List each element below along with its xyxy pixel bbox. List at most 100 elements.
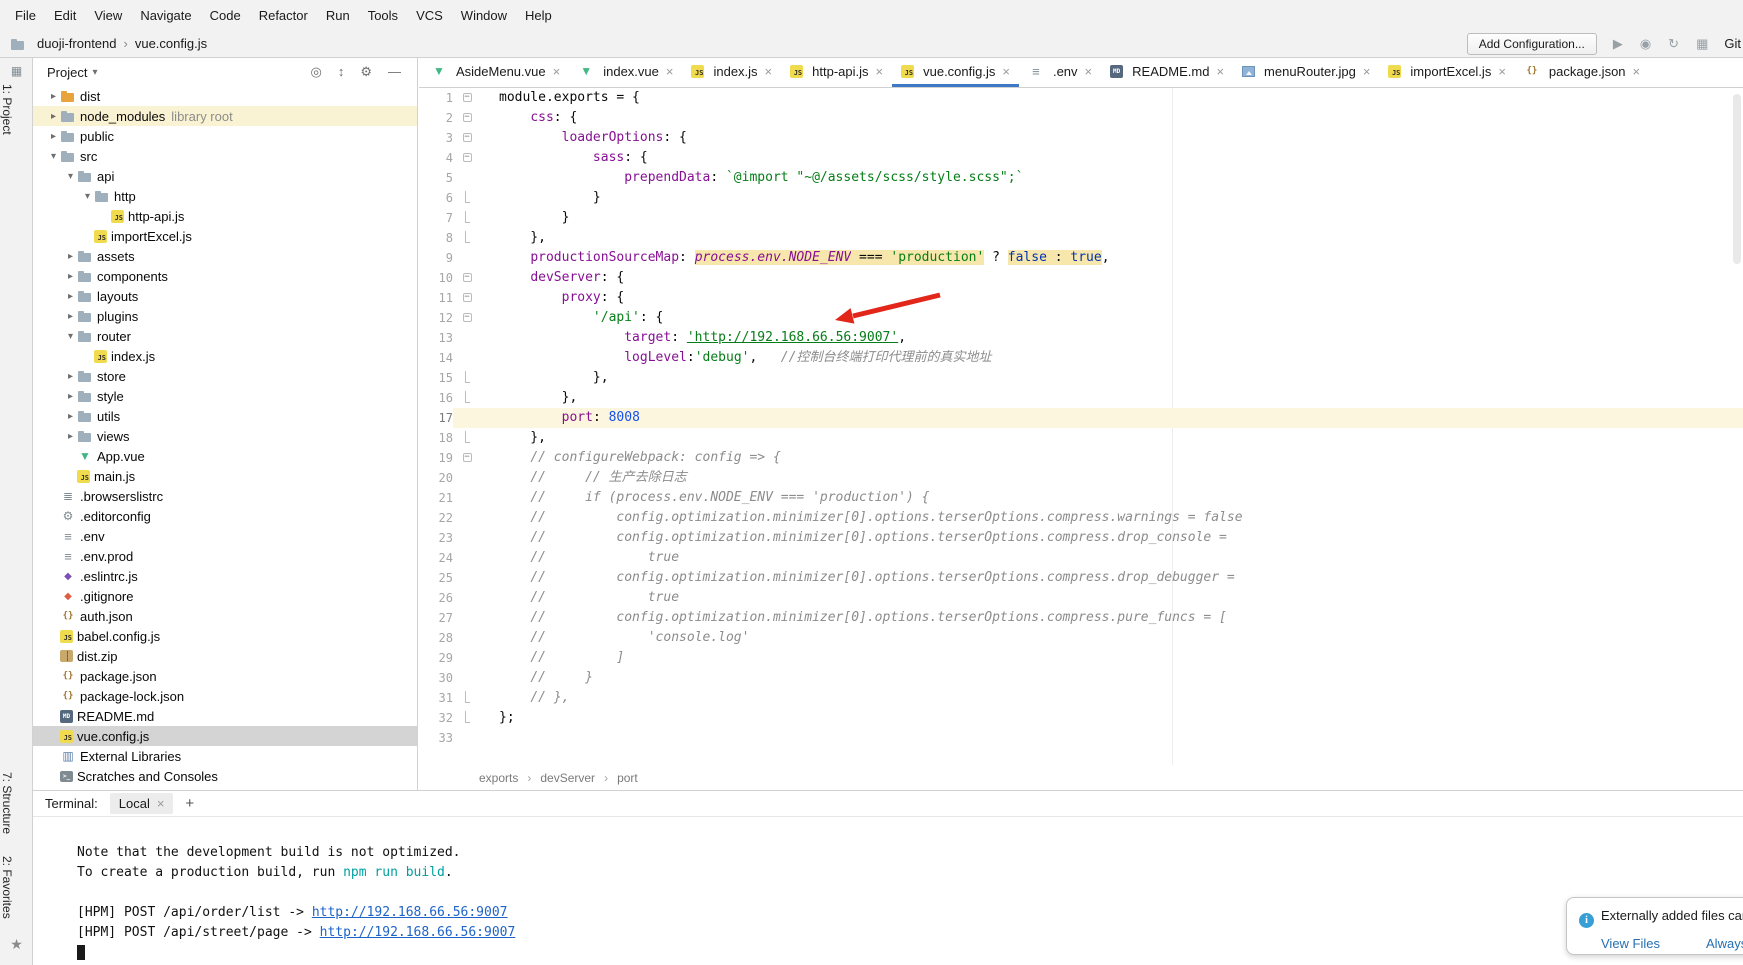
- fold-collapse-icon[interactable]: −: [463, 313, 472, 322]
- tree-item[interactable]: vue.config.js: [33, 726, 417, 746]
- tab-close-icon[interactable]: ×: [1085, 64, 1093, 79]
- tree-item[interactable]: App.vue: [33, 446, 417, 466]
- debug-icon[interactable]: ◉: [1640, 36, 1651, 52]
- code-line[interactable]: 27 // config.optimization.minimizer[0].o…: [419, 608, 1743, 628]
- tree-item[interactable]: ▸utils: [33, 406, 417, 426]
- project-tool-icon[interactable]: ▦: [0, 64, 33, 78]
- code-line[interactable]: 28 // 'console.log': [419, 628, 1743, 648]
- chevron-down-icon[interactable]: ▾: [64, 331, 77, 342]
- menu-run[interactable]: Run: [317, 5, 359, 26]
- menu-refactor[interactable]: Refactor: [250, 5, 317, 26]
- tree-item[interactable]: README.md: [33, 706, 417, 726]
- tree-item[interactable]: .browserslistrc: [33, 486, 417, 506]
- tree-item[interactable]: ▸store: [33, 366, 417, 386]
- code-line[interactable]: 20 // // 生产去除日志: [419, 468, 1743, 488]
- fold-collapse-icon[interactable]: −: [463, 273, 472, 282]
- editor-scrollbar[interactable]: [1733, 94, 1741, 264]
- fold-collapse-icon[interactable]: −: [463, 133, 472, 142]
- editor-breadcrumb-item[interactable]: port: [617, 771, 638, 785]
- editor-breadcrumb-item[interactable]: devServer: [540, 771, 595, 785]
- fold-collapse-icon[interactable]: −: [463, 293, 472, 302]
- tree-item[interactable]: ▸assets: [33, 246, 417, 266]
- fold-collapse-icon[interactable]: −: [463, 453, 472, 462]
- chevron-right-icon[interactable]: ▸: [47, 111, 60, 122]
- code-line[interactable]: 16 },: [419, 388, 1743, 408]
- tab-close-icon[interactable]: ×: [553, 64, 561, 79]
- menu-vcs[interactable]: VCS: [407, 5, 452, 26]
- tree-item[interactable]: .editorconfig: [33, 506, 417, 526]
- tree-item[interactable]: dist.zip: [33, 646, 417, 666]
- gutter-fold[interactable]: −: [453, 448, 481, 468]
- tree-item[interactable]: ▸views: [33, 426, 417, 446]
- breadcrumb-item[interactable]: duoji-frontend: [37, 36, 117, 51]
- code-area[interactable]: 1−module.exports = {2− css: {3− loaderOp…: [419, 88, 1743, 765]
- tree-item[interactable]: main.js: [33, 466, 417, 486]
- chevron-right-icon[interactable]: ▸: [64, 431, 77, 442]
- settings-icon[interactable]: ⚙: [360, 64, 372, 80]
- editor-tab[interactable]: index.js×: [682, 58, 781, 87]
- always-add-link[interactable]: Always Add: [1706, 936, 1743, 951]
- tree-item[interactable]: ▸node_moduleslibrary root: [33, 106, 417, 126]
- tree-item[interactable]: babel.config.js: [33, 626, 417, 646]
- chevron-right-icon[interactable]: ▸: [64, 291, 77, 302]
- editor-tab[interactable]: importExcel.js×: [1379, 58, 1515, 87]
- tab-close-icon[interactable]: ×: [1498, 64, 1506, 79]
- editor-tab[interactable]: http-api.js×: [781, 58, 892, 87]
- gutter-fold[interactable]: [453, 208, 481, 228]
- menu-help[interactable]: Help: [516, 5, 561, 26]
- stop-icon[interactable]: ▦: [1696, 36, 1708, 52]
- tree-item[interactable]: ▾src: [33, 146, 417, 166]
- code-line[interactable]: 10− devServer: {: [419, 268, 1743, 288]
- tree-item[interactable]: http-api.js: [33, 206, 417, 226]
- code-line[interactable]: 24 // true: [419, 548, 1743, 568]
- tree-item[interactable]: .gitignore: [33, 586, 417, 606]
- tree-item[interactable]: ▾api: [33, 166, 417, 186]
- gutter-fold[interactable]: [453, 688, 481, 708]
- code-line[interactable]: 11− proxy: {: [419, 288, 1743, 308]
- view-files-link[interactable]: View Files: [1601, 936, 1660, 951]
- gutter-fold[interactable]: [453, 388, 481, 408]
- chevron-right-icon[interactable]: ▸: [64, 411, 77, 422]
- chevron-right-icon[interactable]: ▸: [64, 391, 77, 402]
- menu-tools[interactable]: Tools: [359, 5, 407, 26]
- gutter-fold[interactable]: [453, 428, 481, 448]
- menu-view[interactable]: View: [85, 5, 131, 26]
- tree-item[interactable]: ▸dist: [33, 86, 417, 106]
- code-line[interactable]: 33: [419, 728, 1743, 748]
- gutter-fold[interactable]: −: [453, 108, 481, 128]
- code-line[interactable]: 5 prependData: `@import "~@/assets/scss/…: [419, 168, 1743, 188]
- code-line[interactable]: 26 // true: [419, 588, 1743, 608]
- code-line[interactable]: 29 // ]: [419, 648, 1743, 668]
- terminal-link[interactable]: http://192.168.66.56:9007: [312, 905, 508, 920]
- gutter-fold[interactable]: [453, 188, 481, 208]
- gutter-fold[interactable]: −: [453, 308, 481, 328]
- code-line[interactable]: 31 // },: [419, 688, 1743, 708]
- tree-item[interactable]: ▸layouts: [33, 286, 417, 306]
- code-line[interactable]: 21 // if (process.env.NODE_ENV === 'prod…: [419, 488, 1743, 508]
- code-line[interactable]: 1−module.exports = {: [419, 88, 1743, 108]
- code-line[interactable]: 2− css: {: [419, 108, 1743, 128]
- chevron-down-icon[interactable]: ▾: [64, 171, 77, 182]
- close-icon[interactable]: ×: [157, 796, 165, 811]
- code-line[interactable]: 15 },: [419, 368, 1743, 388]
- tab-close-icon[interactable]: ×: [1363, 64, 1371, 79]
- code-line[interactable]: 9 productionSourceMap: process.env.NODE_…: [419, 248, 1743, 268]
- code-line[interactable]: 25 // config.optimization.minimizer[0].o…: [419, 568, 1743, 588]
- terminal-tab-local[interactable]: Local ×: [110, 793, 174, 814]
- tree-item[interactable]: ▸style: [33, 386, 417, 406]
- tool-button-structure[interactable]: 7: Structure: [0, 772, 33, 834]
- code-line[interactable]: 17 port: 8008: [419, 408, 1743, 428]
- fold-collapse-icon[interactable]: −: [463, 113, 472, 122]
- fold-collapse-icon[interactable]: −: [463, 93, 472, 102]
- tree-item[interactable]: .env.prod: [33, 546, 417, 566]
- chevron-right-icon[interactable]: ▸: [47, 131, 60, 142]
- tab-close-icon[interactable]: ×: [876, 64, 884, 79]
- fold-collapse-icon[interactable]: −: [463, 153, 472, 162]
- tree-item[interactable]: ▾router: [33, 326, 417, 346]
- menu-navigate[interactable]: Navigate: [131, 5, 200, 26]
- editor-tab[interactable]: vue.config.js×: [892, 58, 1019, 87]
- editor-tab[interactable]: index.vue×: [569, 58, 682, 87]
- tree-item[interactable]: Scratches and Consoles: [33, 766, 417, 786]
- chevron-down-icon[interactable]: ▾: [92, 67, 97, 78]
- menu-edit[interactable]: Edit: [45, 5, 85, 26]
